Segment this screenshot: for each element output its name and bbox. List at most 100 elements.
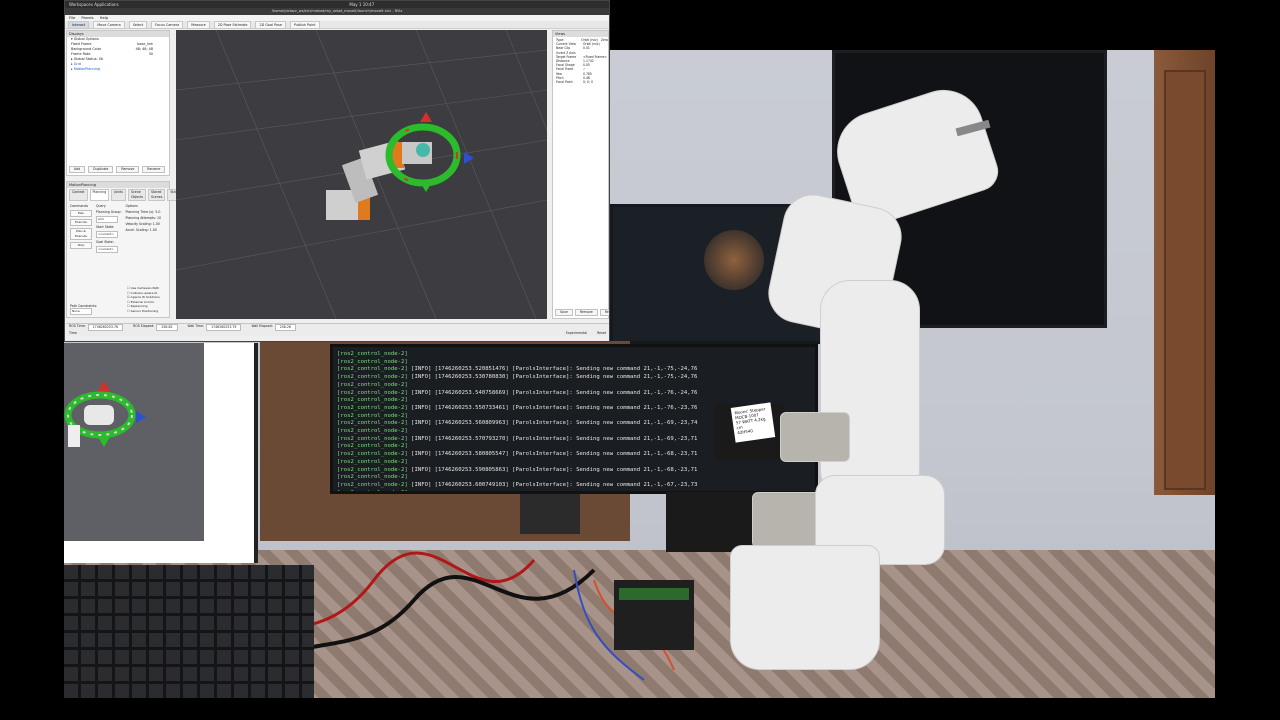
views-save-button[interactable]: Save bbox=[555, 309, 573, 316]
option-checkbox[interactable]: ☐ Sensor Positioning bbox=[127, 309, 160, 314]
view-property-value: 0.01 bbox=[583, 46, 590, 51]
experimental-checkbox[interactable]: Experimental bbox=[566, 331, 587, 336]
plan-button[interactable]: Plan bbox=[70, 210, 92, 217]
terminal-message: [INFO] [1746260253.560809963] [ParolsInt… bbox=[407, 420, 698, 427]
terminal-node-tag: [ros2_control_node-2] bbox=[337, 358, 408, 365]
tab-context[interactable]: Context bbox=[69, 189, 88, 201]
accel-input[interactable]: 1.00 bbox=[150, 228, 157, 232]
terminal-message: [INFO] [1746260253.520851476] [ParolsInt… bbox=[407, 366, 698, 373]
terminal-node-tag: [ros2_control_node-2] bbox=[337, 420, 408, 427]
terminal-line: [ros2_control_node-2] [INFO] [1746260253… bbox=[337, 366, 811, 374]
stop-button[interactable]: Stop bbox=[70, 242, 92, 249]
reset-button[interactable]: Reset bbox=[597, 331, 606, 336]
tab-joints[interactable]: Joints bbox=[111, 189, 126, 201]
views-remove-button[interactable]: Remove bbox=[574, 309, 598, 316]
query-label: Query bbox=[96, 204, 106, 208]
time-field-label: ROS Time: bbox=[69, 324, 86, 328]
planning-time-label: Planning Time (s): bbox=[125, 210, 155, 214]
terminal-line: [ros2_control_node-2] bbox=[337, 474, 811, 482]
terminal-line: [ros2_control_node-2] [INFO] [1746260253… bbox=[337, 467, 811, 475]
tool-move-camera[interactable]: Move Camera bbox=[93, 20, 125, 29]
terminal-node-tag: [ros2_control_node-2] bbox=[337, 381, 408, 388]
time-field-label: Wall Time: bbox=[187, 324, 205, 328]
goal-state-select[interactable]: <current> bbox=[96, 246, 118, 253]
os-clock: May 1 10:47 bbox=[349, 2, 375, 7]
os-menu-label[interactable]: Workspaces Applications bbox=[69, 1, 119, 8]
terminal-line: [ros2_control_node-2] bbox=[337, 359, 811, 367]
terminal-message: [INFO] [1746260253.550733461] [ParolsInt… bbox=[407, 404, 698, 411]
display-row-label: ▸ MotionPlanning bbox=[71, 67, 100, 71]
velocity-input[interactable]: 1.00 bbox=[153, 222, 160, 226]
tool-interact[interactable]: Interact bbox=[68, 20, 90, 29]
terminal-node-tag: [ros2_control_node-2] bbox=[337, 466, 408, 473]
display-row-value: 30 bbox=[148, 52, 153, 56]
time-panel: ROS Time: 1746260253.76 ROS Elapsed: 258.82… bbox=[66, 323, 609, 336]
plan-execute-button[interactable]: Plan & Execute bbox=[70, 228, 92, 240]
rviz-toolbar: Interact Move Camera Select Focus Camera Mea… bbox=[65, 20, 609, 29]
start-state-select[interactable]: <current> bbox=[96, 231, 118, 238]
tool-select[interactable]: Select bbox=[128, 20, 148, 29]
planning-time-input[interactable]: 5.0 bbox=[155, 210, 160, 214]
views-panel: Views Type: Orbit (rviz) Zero Current Vi… bbox=[552, 30, 609, 319]
terminal-node-tag: [ros2_control_node-2] bbox=[337, 397, 408, 404]
start-state-label: Start State: bbox=[96, 225, 115, 229]
time-field-value[interactable]: 1746260253.79 bbox=[206, 324, 242, 331]
wooden-door-frame bbox=[1164, 70, 1206, 490]
time-field-label: Wall Elapsed: bbox=[251, 324, 273, 328]
velocity-label: Velocity Scaling: bbox=[125, 222, 152, 226]
tab-scene-objects[interactable]: Scene Objects bbox=[127, 189, 146, 201]
terminal-line: [ros2_control_node-2] [INFO] [1746260253… bbox=[337, 390, 811, 398]
stepper-motor-lower bbox=[666, 492, 756, 552]
tool-2d-goal-pose[interactable]: 2D Goal Pose bbox=[255, 20, 286, 29]
view-property-row[interactable]: Focal Point 0; 0; 0 bbox=[553, 80, 608, 84]
path-constraints-select[interactable]: None bbox=[70, 308, 92, 315]
time-field: ROS Time: 1746260253.76 bbox=[69, 324, 123, 331]
display-tree-row[interactable]: ▸ MotionPlanning bbox=[67, 67, 169, 72]
laptop-rviz-viewport bbox=[64, 343, 204, 541]
displays-remove-button[interactable]: Remove bbox=[116, 166, 140, 173]
terminal-node-tag: [ros2_control_node-2] bbox=[337, 458, 408, 465]
time-field: ROS Elapsed: 258.82 bbox=[133, 324, 178, 331]
terminal-node-tag: [ros2_control_node-2] bbox=[337, 428, 408, 435]
tool-publish-point[interactable]: Publish Point bbox=[289, 20, 320, 29]
terminal-node-tag: [ros2_control_node-2] bbox=[337, 481, 408, 488]
views-header: Views bbox=[553, 31, 608, 37]
displays-panel: Displays ▾ Global Options Fixed Frame base… bbox=[66, 30, 170, 176]
terminal-node-tag: [ros2_control_node-2] bbox=[337, 474, 408, 481]
robot-base bbox=[730, 545, 880, 670]
light-reflection bbox=[704, 230, 764, 290]
monitor-stand bbox=[520, 494, 580, 534]
checkbox-label: Replanning bbox=[130, 304, 148, 308]
os-top-bar: Workspaces Applications May 1 10:47 bbox=[65, 1, 609, 8]
window-title: /home/pictopr_ws/src/mrobot/my_robot_mov… bbox=[65, 8, 609, 15]
views-rename-button[interactable]: Rename bbox=[599, 309, 609, 316]
terminal-line: [ros2_control_node-2] [INFO] [1746260253… bbox=[337, 482, 811, 490]
gearbox-lower bbox=[752, 492, 822, 548]
time-field-value[interactable]: 1746260253.76 bbox=[87, 324, 123, 331]
attempts-input[interactable]: 10 bbox=[157, 216, 161, 220]
checkbox-label: Approx IK Solutions bbox=[130, 295, 160, 299]
zero-button[interactable]: Zero bbox=[601, 38, 608, 42]
motion-planning-panel: MotionPlanning Context Planning Joints Scen… bbox=[66, 181, 184, 318]
displays-add-button[interactable]: Add bbox=[69, 166, 86, 173]
tool-2d-pose-estimate[interactable]: 2D Pose Estimate bbox=[213, 20, 252, 29]
terminal-message: [INFO] [1746260253.540758669] [ParolsInt… bbox=[407, 389, 698, 396]
view-property-value: 0; 0; 0 bbox=[583, 80, 593, 85]
execute-button[interactable]: Execute bbox=[70, 219, 92, 226]
tool-focus-camera[interactable]: Focus Camera bbox=[151, 20, 184, 29]
laptop-keyboard bbox=[64, 565, 314, 698]
checkbox-label: Collision-aware IK bbox=[130, 290, 158, 295]
displays-duplicate-button[interactable]: Duplicate bbox=[88, 166, 114, 173]
time-field: Wall Elapsed: 258.26 bbox=[251, 324, 296, 331]
planning-group-select[interactable]: arm bbox=[96, 216, 118, 223]
time-field-value[interactable]: 258.82 bbox=[156, 324, 178, 331]
tab-planning[interactable]: Planning bbox=[89, 189, 110, 201]
terminal-line: [ros2_control_node-2] [INFO] [1746260253… bbox=[337, 374, 811, 382]
time-field-value[interactable]: 258.26 bbox=[274, 324, 296, 331]
displays-rename-button[interactable]: Rename bbox=[142, 166, 166, 173]
rviz-3d-viewport[interactable] bbox=[176, 30, 547, 319]
tab-stored-scenes[interactable]: Stored Scenes bbox=[148, 189, 166, 201]
commands-label: Commands bbox=[70, 204, 89, 208]
tool-measure[interactable]: Measure bbox=[187, 20, 210, 29]
terminal-line: [ros2_control_node-2] bbox=[337, 351, 811, 359]
